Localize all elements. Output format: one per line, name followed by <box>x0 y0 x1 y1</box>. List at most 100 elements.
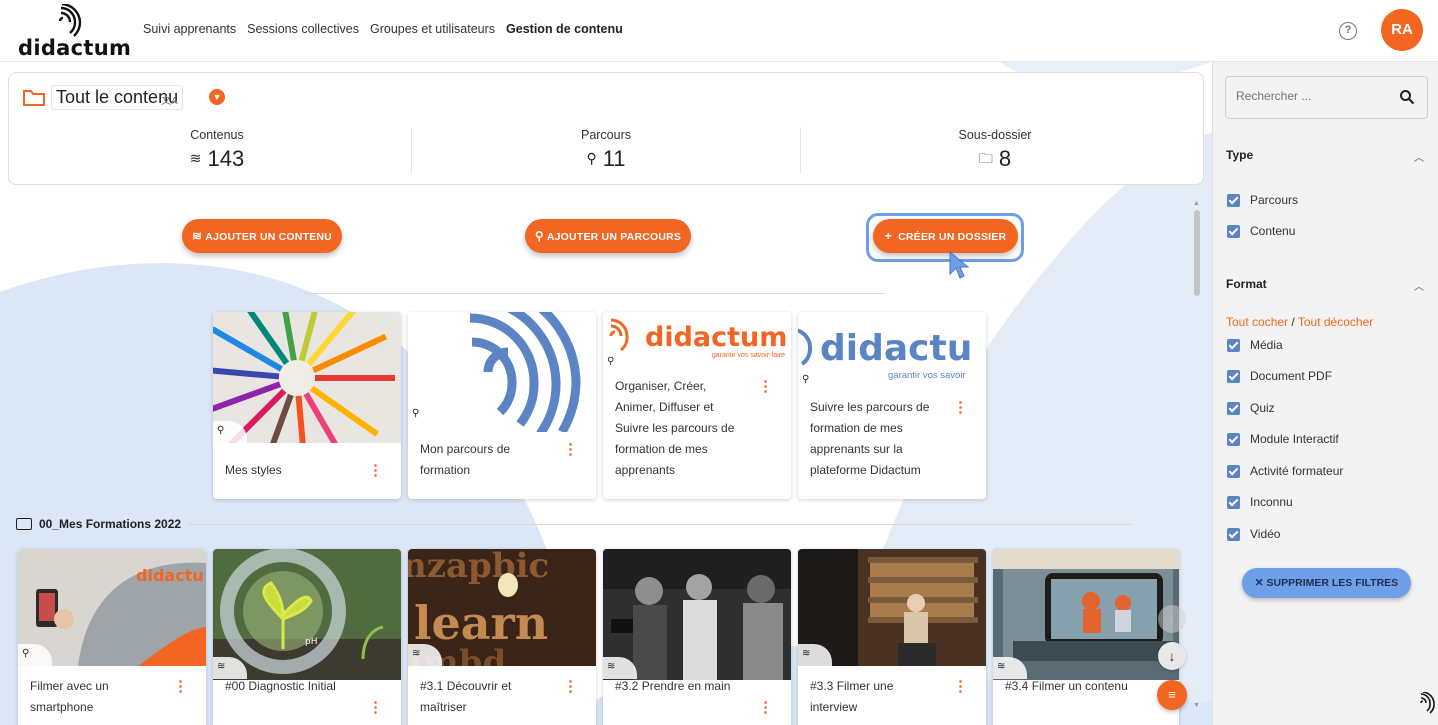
filter-option-media[interactable]: Média <box>1227 338 1283 352</box>
clear-filters-label: SUPPRIMER LES FILTRES <box>1266 577 1399 589</box>
chevron-down-icon[interactable]: ▼ <box>209 89 225 105</box>
search-icon[interactable] <box>1399 89 1415 105</box>
chevron-up-icon[interactable]: ︿ <box>1414 149 1424 164</box>
checkbox[interactable] <box>1227 401 1240 415</box>
nav-item-gestion-contenu[interactable]: Gestion de contenu <box>506 22 623 36</box>
content-card[interactable]: nzapbic learn umbd ≋ #3.1 Découvrir et m… <box>408 549 596 725</box>
didactum-logo[interactable]: didactum <box>18 4 131 60</box>
checkbox[interactable] <box>1227 432 1240 446</box>
filter-option-module-interactif[interactable]: Module Interactif <box>1227 432 1339 446</box>
check-all-link[interactable]: Tout cocher <box>1226 315 1288 329</box>
plant-diagnostic-image: pH <box>213 549 401 680</box>
checkbox[interactable] <box>1227 369 1240 383</box>
stat-label: Sous-dossier <box>958 128 1032 142</box>
checkbox[interactable] <box>1227 338 1240 352</box>
filter-option-label: Média <box>1250 338 1283 352</box>
more-vertical-icon[interactable]: ⋮ <box>368 463 383 478</box>
filter-option-activite-formateur[interactable]: Activité formateur <box>1227 464 1343 478</box>
create-folder-button[interactable]: + CRÉER UN DOSSIER <box>873 219 1018 253</box>
arrow-up-icon[interactable]: ↑ <box>1158 605 1186 633</box>
folder-open-icon <box>23 89 45 106</box>
chevron-up-icon[interactable]: ︿ <box>1414 278 1424 293</box>
uncheck-all-link[interactable]: Tout décocher <box>1298 315 1373 329</box>
scroll-down-icon[interactable]: ▼ <box>1193 702 1200 709</box>
card-title: #3.4 Filmer un contenu <box>1005 676 1145 697</box>
search-field[interactable] <box>1225 76 1428 119</box>
content-card[interactable]: ≋ #3.4 Filmer un contenu <box>993 549 1179 725</box>
filter-option-pdf[interactable]: Document PDF <box>1227 369 1332 383</box>
scroll-up-icon[interactable]: ▲ <box>1193 200 1200 207</box>
card-title: #3.2 Prendre en main <box>615 676 755 697</box>
checkbox[interactable] <box>1227 224 1240 238</box>
didactum-logo-blue-image: didactu garantir vos savoir <box>798 312 986 387</box>
nav-item-groupes-utilisateurs[interactable]: Groupes et utilisateurs <box>370 22 495 36</box>
card-title-line: smartphone <box>30 700 94 714</box>
clear-filters-button[interactable]: ✕ SUPPRIMER LES FILTRES <box>1242 568 1411 598</box>
add-path-label: AJOUTER UN PARCOURS <box>546 231 682 243</box>
content-card[interactable]: ≋ #3.3 Filmer une interview ⋮ <box>798 549 986 725</box>
avatar[interactable]: RA <box>1381 9 1423 51</box>
overlay-word: pH <box>305 637 317 647</box>
search-input[interactable] <box>1236 89 1386 103</box>
add-content-button[interactable]: ≋ AJOUTER UN CONTENU <box>182 219 342 253</box>
logo-word: didactum <box>645 322 788 353</box>
card-title: #3.3 Filmer une interview <box>810 676 950 718</box>
nav-item-suivi-apprenants[interactable]: Suivi apprenants <box>143 22 236 36</box>
content-area: Tout le contenu 文A ▼ Contenus ≋ 143 Parco… <box>0 62 1212 725</box>
stat-value: 143 <box>207 146 245 171</box>
checkbox[interactable] <box>1227 193 1240 207</box>
filter-option-inconnu[interactable]: Inconnu <box>1227 495 1293 509</box>
format-section-title[interactable]: Format <box>1226 277 1267 291</box>
card-title-line: maîtriser <box>420 700 467 714</box>
filter-option-label: Parcours <box>1250 193 1299 207</box>
section-header[interactable]: 00_Mes Formations 2022 <box>16 517 181 531</box>
parcours-card[interactable]: didactum garantir vos savoir-faire ⚲ Org… <box>603 312 791 499</box>
card-title-line: Mes styles <box>225 463 282 477</box>
filter-option-label: Quiz <box>1250 401 1275 415</box>
card-title-line: #3.3 Filmer une <box>810 679 894 693</box>
more-vertical-icon[interactable]: ⋮ <box>563 442 578 457</box>
translate-icon[interactable]: 文A <box>161 92 178 107</box>
more-vertical-icon[interactable]: ⋮ <box>953 679 968 694</box>
stat-value: 8 <box>998 146 1012 171</box>
add-path-button[interactable]: ⚲ AJOUTER UN PARCOURS <box>525 219 691 253</box>
more-vertical-icon[interactable]: ⋮ <box>563 679 578 694</box>
filter-menu-icon[interactable]: ≡ <box>1157 680 1187 710</box>
stat-parcours: Parcours ⚲ 11 <box>411 128 801 172</box>
content-card[interactable]: pH ≋ #00 Diagnostic Initial ⋮ <box>213 549 401 725</box>
scroll-thumb[interactable] <box>1194 210 1200 296</box>
nav-item-sessions-collectives[interactable]: Sessions collectives <box>247 22 359 36</box>
scrollbar[interactable]: ▲ ▼ <box>1192 200 1202 722</box>
didactum-mark-icon <box>1420 692 1435 714</box>
more-vertical-icon[interactable]: ⋮ <box>758 700 773 715</box>
parcours-card[interactable]: ⚲ Mes styles ⋮ <box>213 312 401 499</box>
checkbox[interactable] <box>1227 464 1240 478</box>
filter-option-video[interactable]: Vidéo <box>1227 527 1280 541</box>
logo-word: didactu <box>820 328 973 369</box>
checkbox[interactable] <box>1227 495 1240 509</box>
create-folder-label: CRÉER UN DOSSIER <box>898 231 1007 243</box>
more-vertical-icon[interactable]: ⋮ <box>173 679 188 694</box>
content-card[interactable]: didactu ⚲ Filmer avec un smartphone ⋮ <box>18 549 206 725</box>
help-circle-icon[interactable]: ? <box>1339 22 1357 40</box>
more-vertical-icon[interactable]: ⋮ <box>758 379 773 394</box>
type-section-title[interactable]: Type <box>1226 148 1253 162</box>
content-card[interactable]: ≋ #3.2 Prendre en main ⋮ <box>603 549 791 725</box>
checkbox[interactable] <box>1227 527 1240 541</box>
parcours-card[interactable]: ⚲ Mon parcours de formation ⋮ <box>408 312 596 499</box>
filter-sidebar: Type ︿ Parcours Contenu Format ︿ Tout co… <box>1212 62 1438 725</box>
arrow-down-icon[interactable]: ↓ <box>1158 642 1186 670</box>
filter-option-contenu[interactable]: Contenu <box>1227 224 1295 238</box>
more-vertical-icon[interactable]: ⋮ <box>368 700 383 715</box>
stat-label: Contenus <box>190 128 244 142</box>
parcours-card[interactable]: didactu garantir vos savoir ⚲ Suivre les… <box>798 312 986 499</box>
logo-tagline: garantir vos savoir-faire <box>711 352 785 359</box>
more-vertical-icon[interactable]: ⋮ <box>953 400 968 415</box>
filter-option-label: Contenu <box>1250 224 1296 238</box>
filter-option-parcours[interactable]: Parcours <box>1227 193 1298 207</box>
overlay-word: didactu <box>136 566 204 585</box>
filter-option-quiz[interactable]: Quiz <box>1227 401 1275 415</box>
card-title-line: #3.1 Découvrir et <box>420 679 512 693</box>
filter-option-label: Inconnu <box>1250 495 1293 509</box>
card-title-line: #3.2 Prendre en main <box>615 679 731 693</box>
